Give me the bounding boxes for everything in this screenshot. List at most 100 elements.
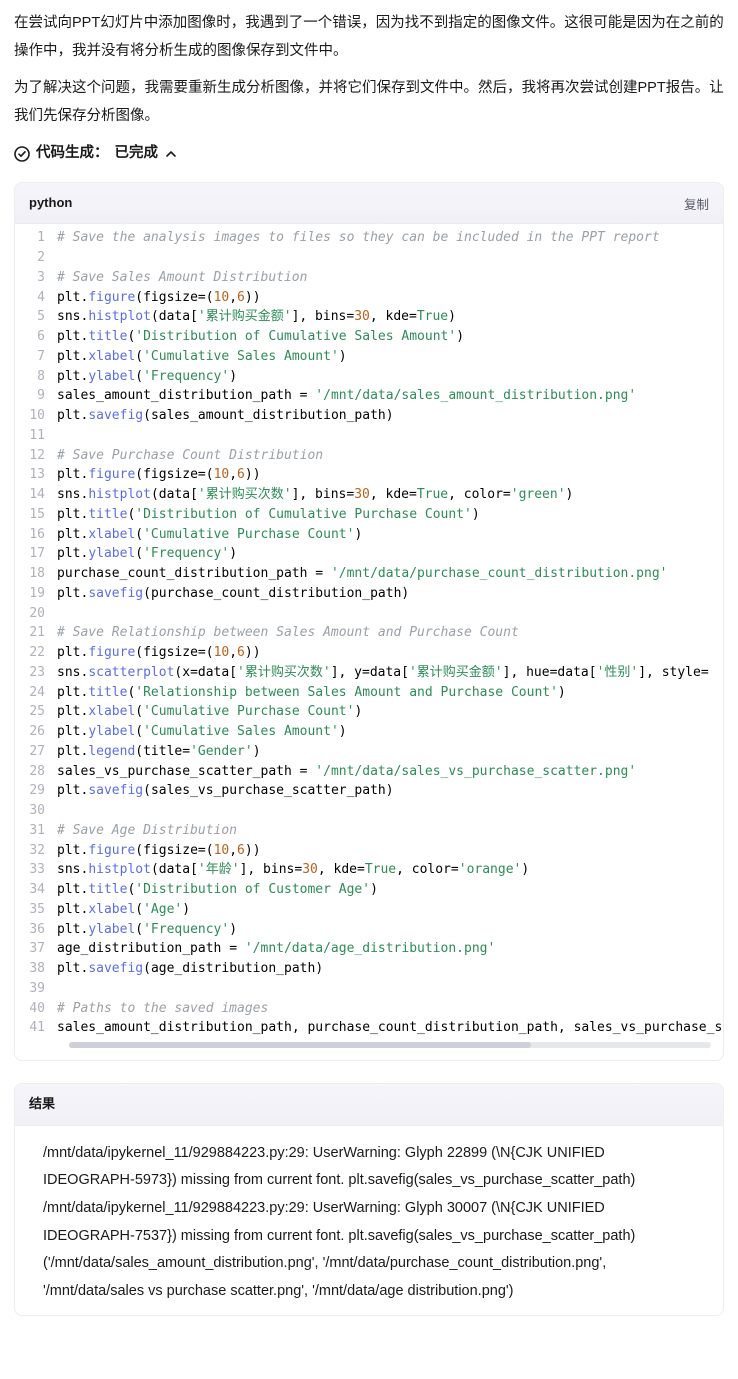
code-line: 27plt.legend(title='Gender') bbox=[15, 742, 723, 762]
line-content: plt.figure(figsize=(10,6)) bbox=[57, 841, 723, 861]
codegen-status-prefix: 代码生成： bbox=[36, 140, 109, 168]
line-content: plt.legend(title='Gender') bbox=[57, 742, 723, 762]
line-content: sns.histplot(data['累计购买金额'], bins=30, kd… bbox=[57, 307, 723, 327]
line-number: 24 bbox=[15, 683, 57, 703]
line-number: 22 bbox=[15, 643, 57, 663]
line-number: 15 bbox=[15, 505, 57, 525]
line-content: # Save the analysis images to files so t… bbox=[57, 228, 723, 248]
code-line: 12# Save Purchase Count Distribution bbox=[15, 446, 723, 466]
line-number: 1 bbox=[15, 228, 57, 248]
line-number: 40 bbox=[15, 999, 57, 1019]
line-content: plt.title('Distribution of Cumulative Sa… bbox=[57, 327, 723, 347]
line-content: plt.savefig(age_distribution_path) bbox=[57, 959, 723, 979]
line-number: 32 bbox=[15, 841, 57, 861]
code-line: 15plt.title('Distribution of Cumulative … bbox=[15, 505, 723, 525]
code-line: 16plt.xlabel('Cumulative Purchase Count'… bbox=[15, 525, 723, 545]
result-body: /mnt/data/ipykernel_11/929884223.py:29: … bbox=[15, 1126, 723, 1315]
code-line: 40# Paths to the saved images bbox=[15, 999, 723, 1019]
line-content: sales_vs_purchase_scatter_path = '/mnt/d… bbox=[57, 762, 723, 782]
line-content: plt.figure(figsize=(10,6)) bbox=[57, 288, 723, 308]
line-content: plt.savefig(sales_amount_distribution_pa… bbox=[57, 406, 723, 426]
line-content: plt.figure(figsize=(10,6)) bbox=[57, 465, 723, 485]
copy-button[interactable]: 复制 bbox=[684, 194, 709, 213]
line-number: 2 bbox=[15, 248, 57, 268]
line-content: plt.title('Distribution of Customer Age'… bbox=[57, 880, 723, 900]
result-header: 结果 bbox=[15, 1084, 723, 1126]
line-number: 20 bbox=[15, 604, 57, 624]
code-language-label: python bbox=[29, 191, 72, 216]
code-line: 32plt.figure(figsize=(10,6)) bbox=[15, 841, 723, 861]
line-content: # Save Sales Amount Distribution bbox=[57, 268, 723, 288]
line-number: 26 bbox=[15, 722, 57, 742]
line-number: 16 bbox=[15, 525, 57, 545]
line-content: # Save Purchase Count Distribution bbox=[57, 446, 723, 466]
assistant-paragraph-1: 在尝试向PPT幻灯片中添加图像时，我遇到了一个错误，因为找不到指定的图像文件。这… bbox=[14, 10, 724, 65]
code-line: 39 bbox=[15, 979, 723, 999]
code-line: 17plt.ylabel('Frequency') bbox=[15, 544, 723, 564]
line-content: # Save Age Distribution bbox=[57, 821, 723, 841]
code-body[interactable]: 1# Save the analysis images to files so … bbox=[15, 224, 723, 1060]
line-number: 25 bbox=[15, 702, 57, 722]
line-content: plt.xlabel('Cumulative Purchase Count') bbox=[57, 702, 723, 722]
line-content: plt.ylabel('Frequency') bbox=[57, 367, 723, 387]
check-circle-icon bbox=[14, 146, 30, 162]
line-content bbox=[57, 604, 723, 624]
code-line: 37age_distribution_path = '/mnt/data/age… bbox=[15, 939, 723, 959]
line-content: sns.histplot(data['年龄'], bins=30, kde=Tr… bbox=[57, 860, 723, 880]
line-number: 30 bbox=[15, 801, 57, 821]
assistant-paragraph-2: 为了解决这个问题，我需要重新生成分析图像，并将它们保存到文件中。然后，我将再次尝… bbox=[14, 75, 724, 130]
code-block-header: python 复制 bbox=[15, 183, 723, 225]
line-number: 33 bbox=[15, 860, 57, 880]
line-number: 12 bbox=[15, 446, 57, 466]
line-content: plt.title('Distribution of Cumulative Pu… bbox=[57, 505, 723, 525]
line-number: 6 bbox=[15, 327, 57, 347]
code-line: 4plt.figure(figsize=(10,6)) bbox=[15, 288, 723, 308]
code-line: 30 bbox=[15, 801, 723, 821]
line-number: 9 bbox=[15, 386, 57, 406]
line-content: sns.histplot(data['累计购买次数'], bins=30, kd… bbox=[57, 485, 723, 505]
line-number: 35 bbox=[15, 900, 57, 920]
line-number: 4 bbox=[15, 288, 57, 308]
code-line: 29plt.savefig(sales_vs_purchase_scatter_… bbox=[15, 781, 723, 801]
code-line: 6plt.title('Distribution of Cumulative S… bbox=[15, 327, 723, 347]
line-content: sns.scatterplot(x=data['累计购买次数'], y=data… bbox=[57, 663, 723, 683]
result-line: ('/mnt/data/sales_amount_distribution.pn… bbox=[43, 1250, 695, 1305]
line-number: 28 bbox=[15, 762, 57, 782]
line-content: plt.title('Relationship between Sales Am… bbox=[57, 683, 723, 703]
line-content: plt.xlabel('Age') bbox=[57, 900, 723, 920]
line-content: sales_amount_distribution_path, purchase… bbox=[57, 1018, 723, 1038]
horizontal-scrollbar[interactable] bbox=[69, 1042, 711, 1048]
line-content bbox=[57, 979, 723, 999]
line-number: 10 bbox=[15, 406, 57, 426]
codegen-status-state: 已完成 bbox=[115, 140, 159, 168]
line-number: 36 bbox=[15, 920, 57, 940]
code-line: 7plt.xlabel('Cumulative Sales Amount') bbox=[15, 347, 723, 367]
line-number: 7 bbox=[15, 347, 57, 367]
codegen-status-row[interactable]: 代码生成： 已完成 bbox=[14, 140, 724, 168]
code-line: 26plt.ylabel('Cumulative Sales Amount') bbox=[15, 722, 723, 742]
line-number: 17 bbox=[15, 544, 57, 564]
line-content: age_distribution_path = '/mnt/data/age_d… bbox=[57, 939, 723, 959]
line-number: 11 bbox=[15, 426, 57, 446]
code-line: 1# Save the analysis images to files so … bbox=[15, 228, 723, 248]
line-number: 13 bbox=[15, 465, 57, 485]
line-content: plt.figure(figsize=(10,6)) bbox=[57, 643, 723, 663]
line-number: 3 bbox=[15, 268, 57, 288]
scrollbar-thumb[interactable] bbox=[69, 1042, 531, 1048]
code-line: 25plt.xlabel('Cumulative Purchase Count'… bbox=[15, 702, 723, 722]
code-line: 19plt.savefig(purchase_count_distributio… bbox=[15, 584, 723, 604]
line-content: plt.savefig(purchase_count_distribution_… bbox=[57, 584, 723, 604]
line-number: 31 bbox=[15, 821, 57, 841]
code-line: 20 bbox=[15, 604, 723, 624]
code-line: 31# Save Age Distribution bbox=[15, 821, 723, 841]
line-content: sales_amount_distribution_path = '/mnt/d… bbox=[57, 386, 723, 406]
code-line: 35plt.xlabel('Age') bbox=[15, 900, 723, 920]
line-content bbox=[57, 801, 723, 821]
line-number: 21 bbox=[15, 623, 57, 643]
code-line: 34plt.title('Distribution of Customer Ag… bbox=[15, 880, 723, 900]
code-line: 24plt.title('Relationship between Sales … bbox=[15, 683, 723, 703]
code-line: 38plt.savefig(age_distribution_path) bbox=[15, 959, 723, 979]
line-number: 38 bbox=[15, 959, 57, 979]
code-line: 36plt.ylabel('Frequency') bbox=[15, 920, 723, 940]
result-line: /mnt/data/ipykernel_11/929884223.py:29: … bbox=[43, 1140, 695, 1195]
